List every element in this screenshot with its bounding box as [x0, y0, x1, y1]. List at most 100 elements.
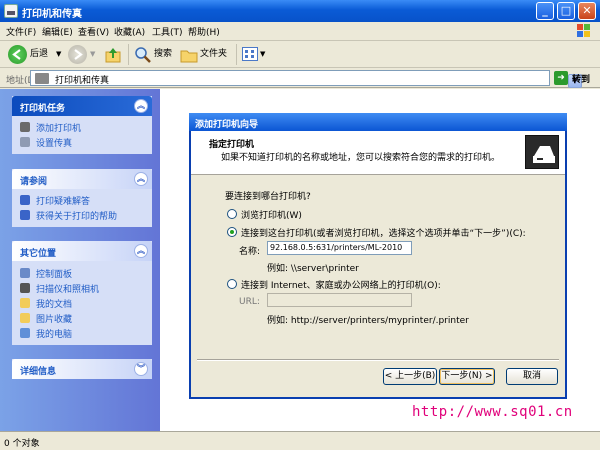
windows-logo-icon — [577, 24, 590, 37]
cancel-button[interactable]: 取消 — [506, 368, 558, 385]
next-button[interactable]: 下一步(N) > — [439, 368, 495, 385]
panel-header[interactable]: 打印机任务 ︽ — [12, 96, 152, 116]
url-example: 例如: http://server/printers/myprinter/.pr… — [267, 316, 469, 326]
computer-icon — [20, 328, 30, 338]
collapse-chevron-icon[interactable]: ︽ — [134, 172, 148, 186]
task-print-help[interactable]: 获得关于打印的帮助 — [20, 209, 144, 222]
connect-printer-label[interactable]: 连接到这台打印机(或者浏览打印机，选择这个选项并单击“下一步”)(C): — [241, 226, 526, 239]
place-control-panel[interactable]: 控制面板 — [20, 267, 144, 280]
title-bar: 打印机和传真 _ □ ✕ — [0, 0, 600, 22]
task-label: 获得关于打印的帮助 — [36, 212, 118, 222]
folders-icon[interactable] — [180, 46, 198, 64]
menu-favorites[interactable]: 收藏(A) — [114, 25, 145, 38]
browse-printer-radio[interactable] — [227, 209, 237, 219]
forward-arrow-icon[interactable] — [68, 45, 87, 64]
back-arrow-icon[interactable] — [8, 45, 27, 64]
menu-tools[interactable]: 工具(T) — [152, 25, 183, 38]
connect-internet-label[interactable]: 连接到 Internet、家庭或办公网络上的打印机(O): — [241, 278, 441, 291]
task-label: 设置传真 — [36, 139, 73, 149]
folders-button-label[interactable]: 文件夹 — [200, 44, 227, 65]
task-label: 添加打印机 — [36, 124, 82, 134]
task-troubleshoot[interactable]: 打印疑难解答 — [20, 194, 144, 207]
task-setup-fax[interactable]: 设置传真 — [20, 136, 144, 149]
close-button[interactable]: ✕ — [578, 2, 596, 20]
address-bar: 地址(D) 打印机和传真 ▼ ➜ 转到 — [0, 68, 600, 88]
task-add-printer[interactable]: 添加打印机 — [20, 121, 144, 134]
go-button[interactable]: ➜ 转到 — [554, 70, 596, 86]
address-value: 打印机和传真 — [55, 76, 110, 86]
collapse-chevron-icon[interactable]: ︽ — [134, 244, 148, 258]
place-scanners-cameras[interactable]: 扫描仪和照相机 — [20, 282, 144, 295]
panel-body: 添加打印机 设置传真 — [12, 116, 152, 154]
place-label: 我的文档 — [36, 300, 73, 310]
place-my-pictures[interactable]: 图片收藏 — [20, 312, 144, 325]
search-button-label[interactable]: 搜索 — [154, 44, 172, 65]
task-label: 打印疑难解答 — [36, 197, 91, 207]
maximize-button[interactable]: □ — [557, 2, 575, 20]
back-button[interactable]: < 上一步(B) — [383, 368, 437, 385]
go-arrow-icon: ➜ — [554, 71, 568, 85]
toolbar: 后退 ▼ ▼ 搜索 文件夹 ▼ — [0, 41, 600, 68]
other-places-panel: 其它位置 ︽ 控制面板 扫描仪和照相机 我的文档 图片收藏 我的电脑 — [12, 241, 152, 345]
up-folder-icon[interactable] — [104, 46, 122, 64]
back-dropdown-icon[interactable]: ▼ — [56, 44, 61, 65]
printer-folder-icon — [35, 73, 49, 84]
menu-file[interactable]: 文件(F) — [6, 25, 36, 38]
dialog-header: 指定打印机 如果不知道打印机的名称或地址，您可以搜索符合您的需求的打印机。 — [191, 131, 565, 175]
place-label: 扫描仪和照相机 — [36, 285, 100, 295]
window-title: 打印机和传真 — [22, 9, 82, 20]
toolbar-separator — [236, 44, 237, 65]
task-pane: 打印机任务 ︽ 添加打印机 设置传真 请参阅 ︽ 打印疑难解答 获得关于打印的帮… — [0, 89, 160, 431]
dialog-separator — [197, 359, 559, 361]
printer-name-input[interactable]: 92.168.0.5:631/printers/ML-2010 — [267, 241, 412, 255]
expand-chevron-icon[interactable]: ︾ — [134, 362, 148, 376]
help-icon — [20, 195, 30, 205]
dialog-title-bar[interactable]: 添加打印机向导 — [189, 113, 567, 131]
connect-printer-radio[interactable] — [227, 227, 237, 237]
address-input[interactable]: 打印机和传真 ▼ — [30, 70, 582, 88]
browse-printer-label[interactable]: 浏览打印机(W) — [241, 208, 302, 221]
menu-view[interactable]: 查看(V) — [78, 25, 109, 38]
see-also-panel: 请参阅 ︽ 打印疑难解答 获得关于打印的帮助 — [12, 169, 152, 227]
printer-folder-icon — [4, 4, 18, 18]
panel-body: 控制面板 扫描仪和照相机 我的文档 图片收藏 我的电脑 — [12, 261, 152, 345]
panel-title: 其它位置 — [20, 249, 57, 259]
menu-edit[interactable]: 编辑(E) — [42, 25, 73, 38]
details-panel: 详细信息 ︾ — [12, 359, 152, 379]
panel-header[interactable]: 其它位置 ︽ — [12, 241, 152, 261]
place-label: 图片收藏 — [36, 315, 73, 325]
panel-title: 请参阅 — [20, 177, 48, 187]
status-bar: 0 个对象 — [0, 431, 600, 450]
name-label: 名称: — [239, 247, 261, 257]
collapse-chevron-icon[interactable]: ︽ — [134, 99, 148, 113]
menu-bar: 文件(F) 编辑(E) 查看(V) 收藏(A) 工具(T) 帮助(H) — [0, 22, 600, 41]
place-my-computer[interactable]: 我的电脑 — [20, 327, 144, 340]
pictures-folder-icon — [20, 313, 30, 323]
url-label: URL: — [239, 297, 260, 307]
add-printer-icon — [20, 122, 30, 132]
panel-body: 打印疑难解答 获得关于打印的帮助 — [12, 189, 152, 227]
panel-header[interactable]: 请参阅 ︽ — [12, 169, 152, 189]
minimize-button[interactable]: _ — [536, 2, 554, 20]
go-label: 转到 — [572, 75, 591, 85]
back-button-label[interactable]: 后退 — [30, 44, 48, 65]
printer-icon — [525, 135, 559, 169]
forward-dropdown-icon[interactable]: ▼ — [90, 44, 95, 65]
panel-header[interactable]: 详细信息 ︾ — [12, 359, 152, 379]
views-dropdown-icon[interactable]: ▼ — [260, 44, 265, 65]
connect-internet-radio[interactable] — [227, 279, 237, 289]
views-icon[interactable] — [242, 47, 258, 61]
place-my-documents[interactable]: 我的文档 — [20, 297, 144, 310]
search-icon[interactable] — [134, 46, 152, 64]
panel-title: 打印机任务 — [20, 104, 66, 114]
add-printer-wizard-dialog: 添加打印机向导 指定打印机 如果不知道打印机的名称或地址，您可以搜索符合您的需求… — [189, 113, 567, 399]
help-icon — [20, 210, 30, 220]
menu-help[interactable]: 帮助(H) — [188, 25, 220, 38]
dialog-title: 添加打印机向导 — [195, 120, 259, 130]
watermark-url: http://www.sq01.cn — [412, 404, 573, 420]
fax-icon — [20, 137, 30, 147]
url-input[interactable] — [267, 293, 412, 307]
control-panel-icon — [20, 268, 30, 278]
question-label: 要连接到哪台打印机? — [225, 192, 311, 202]
scanner-camera-icon — [20, 283, 30, 293]
